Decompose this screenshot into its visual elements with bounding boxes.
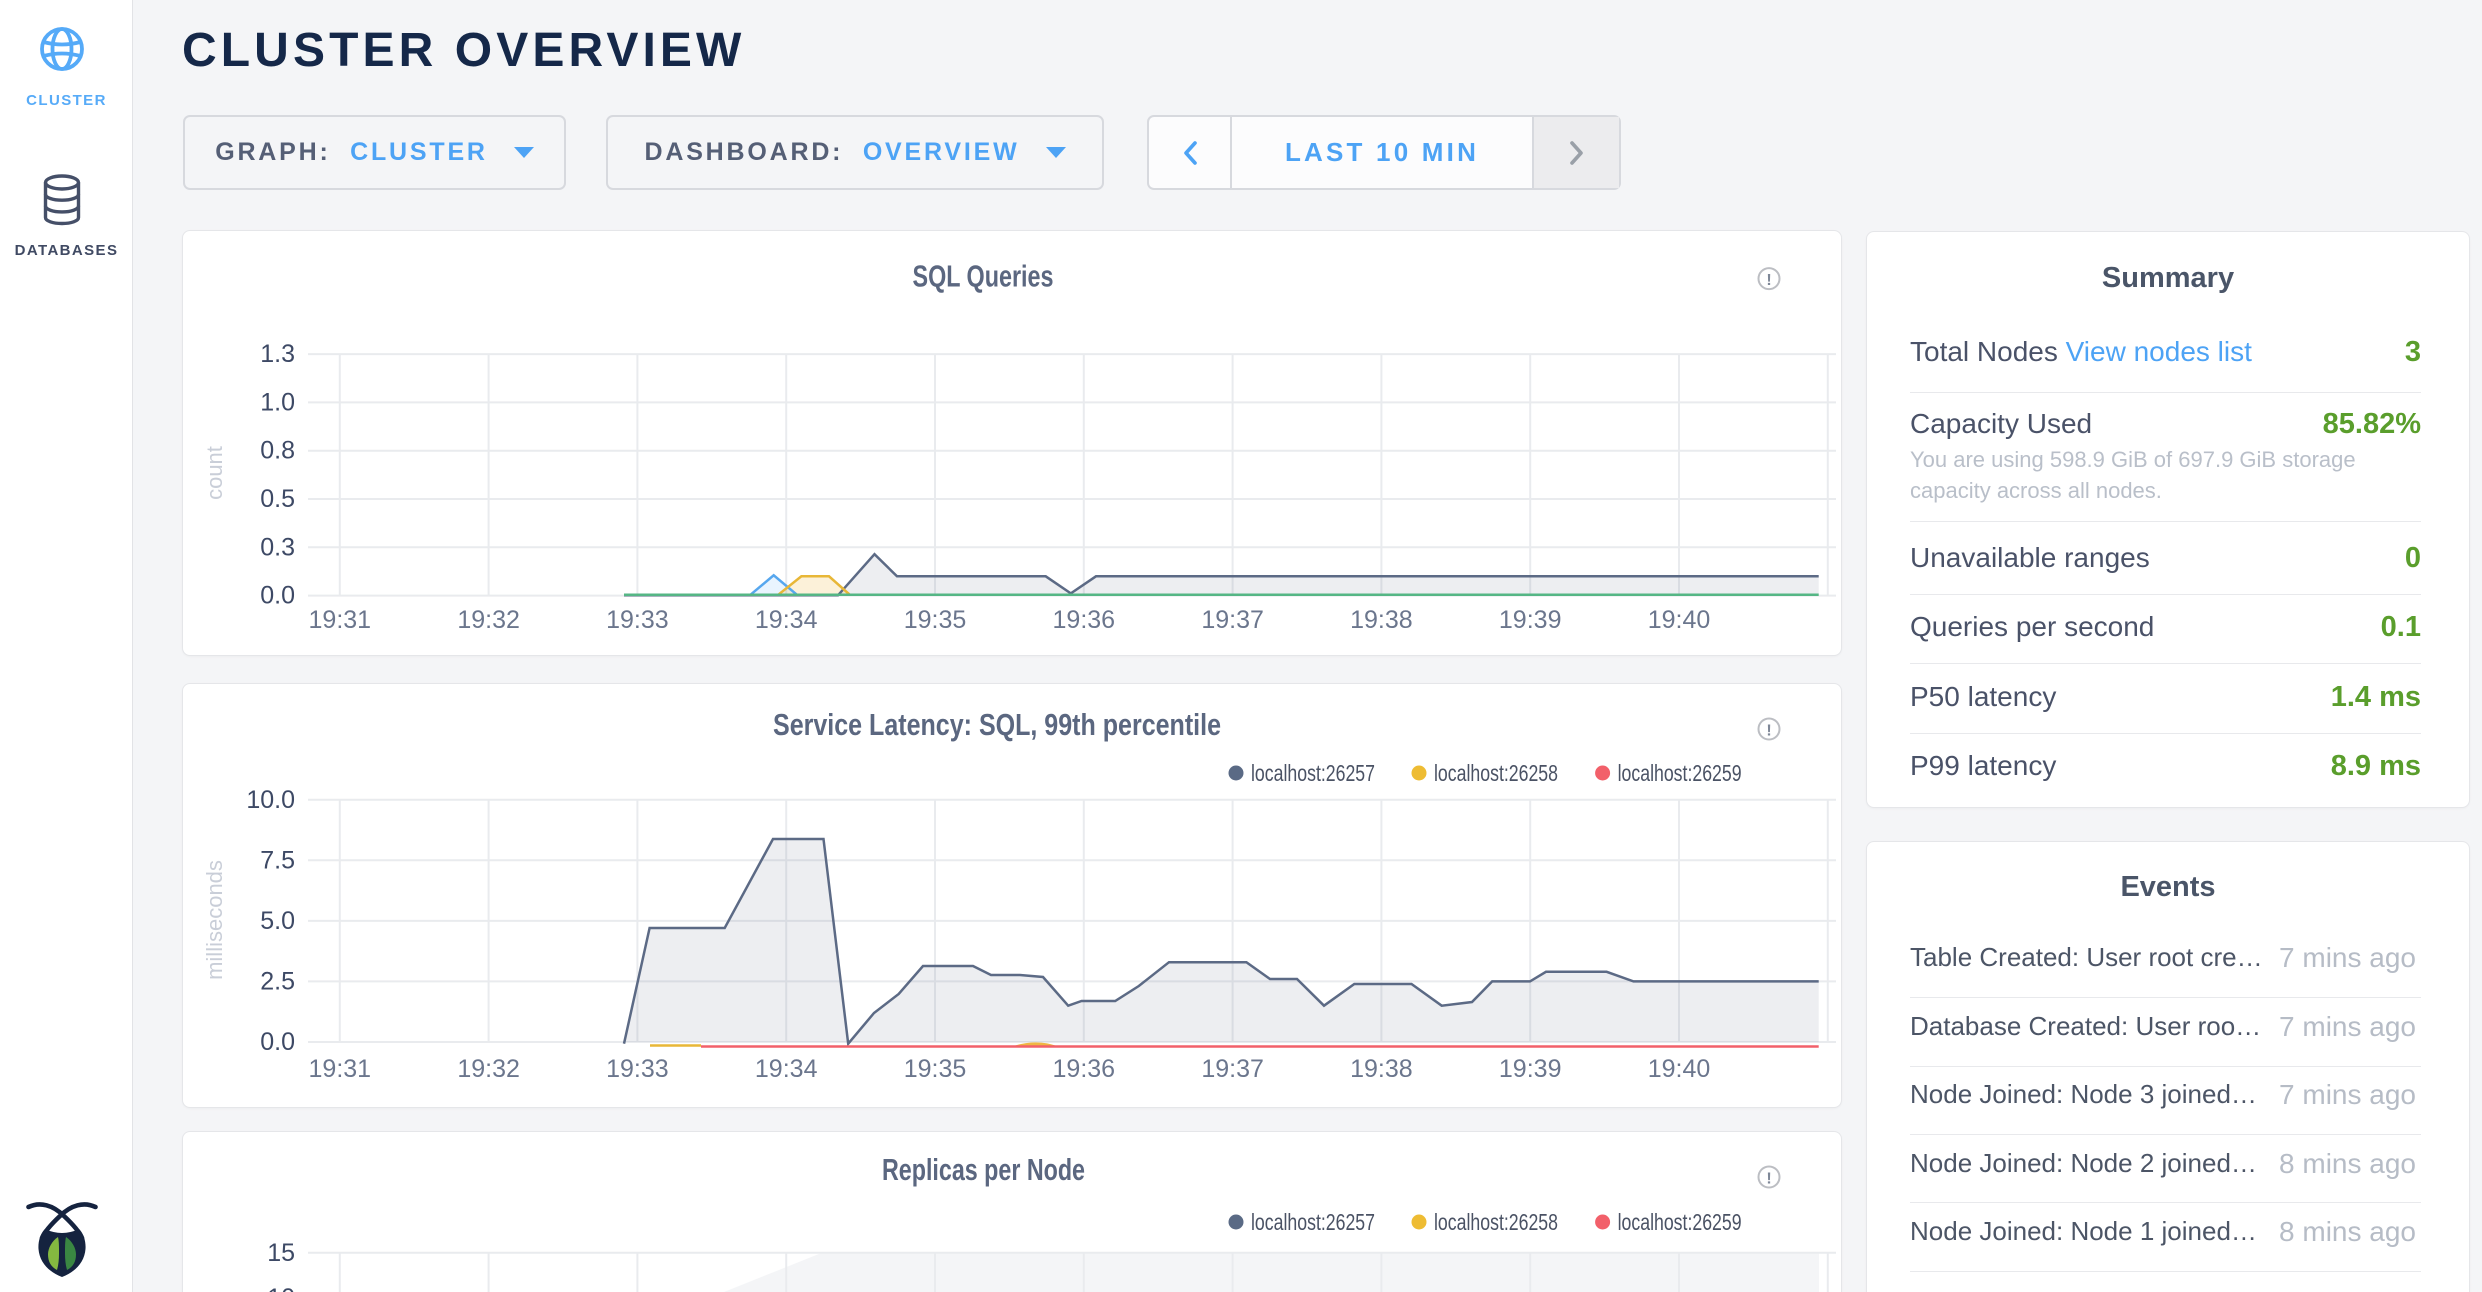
- svg-text:19:36: 19:36: [1053, 1055, 1116, 1083]
- svg-text:1.0: 1.0: [260, 388, 295, 416]
- svg-text:19:40: 19:40: [1648, 1055, 1711, 1083]
- svg-text:Service Latency: SQL, 99th per: Service Latency: SQL, 99th percentile: [773, 707, 1221, 742]
- svg-text:19:39: 19:39: [1499, 1055, 1562, 1083]
- svg-text:0.3: 0.3: [260, 533, 295, 561]
- svg-text:19:31: 19:31: [309, 1055, 372, 1083]
- svg-text:localhost:26259: localhost:26259: [1618, 1209, 1742, 1235]
- svg-text:19:37: 19:37: [1201, 1055, 1264, 1083]
- svg-text:19:35: 19:35: [904, 606, 967, 634]
- svg-text:19:37: 19:37: [1201, 606, 1264, 634]
- svg-text:19:33: 19:33: [606, 606, 669, 634]
- svg-text:localhost:26257: localhost:26257: [1251, 1209, 1375, 1235]
- svg-text:2.5: 2.5: [260, 967, 295, 995]
- svg-text:localhost:26258: localhost:26258: [1434, 760, 1558, 786]
- svg-text:19:39: 19:39: [1499, 606, 1562, 634]
- svg-text:Replicas per Node: Replicas per Node: [882, 1152, 1085, 1187]
- svg-text:localhost:26257: localhost:26257: [1251, 760, 1375, 786]
- svg-text:localhost:26259: localhost:26259: [1618, 760, 1742, 786]
- svg-text:localhost:26258: localhost:26258: [1434, 1209, 1558, 1235]
- svg-text:19:38: 19:38: [1350, 606, 1413, 634]
- svg-text:7.5: 7.5: [260, 846, 295, 874]
- svg-text:19:38: 19:38: [1350, 1055, 1413, 1083]
- svg-text:count: count: [202, 446, 227, 500]
- svg-text:10.0: 10.0: [246, 786, 295, 814]
- svg-text:19:33: 19:33: [606, 1055, 669, 1083]
- svg-text:0.8: 0.8: [260, 437, 295, 465]
- svg-text:19:34: 19:34: [755, 606, 818, 634]
- svg-text:19:40: 19:40: [1648, 606, 1711, 634]
- svg-text:19:32: 19:32: [457, 1055, 520, 1083]
- svg-text:19:34: 19:34: [755, 1055, 818, 1083]
- svg-text:!: !: [1766, 272, 1771, 289]
- svg-text:19:36: 19:36: [1053, 606, 1116, 634]
- svg-text:19:35: 19:35: [904, 1055, 967, 1083]
- svg-text:!: !: [1766, 722, 1771, 739]
- svg-text:0.0: 0.0: [260, 1028, 295, 1056]
- svg-text:19:31: 19:31: [309, 606, 372, 634]
- svg-text:1.3: 1.3: [260, 340, 295, 368]
- svg-text:SQL Queries: SQL Queries: [913, 259, 1054, 294]
- svg-text:19:32: 19:32: [457, 606, 520, 634]
- svg-text:15: 15: [267, 1239, 295, 1267]
- svg-text:10: 10: [267, 1284, 295, 1292]
- svg-text:!: !: [1766, 1170, 1771, 1187]
- svg-text:0.5: 0.5: [260, 485, 295, 513]
- svg-text:milliseconds: milliseconds: [202, 860, 227, 980]
- svg-text:5.0: 5.0: [260, 907, 295, 935]
- svg-text:0.0: 0.0: [260, 582, 295, 610]
